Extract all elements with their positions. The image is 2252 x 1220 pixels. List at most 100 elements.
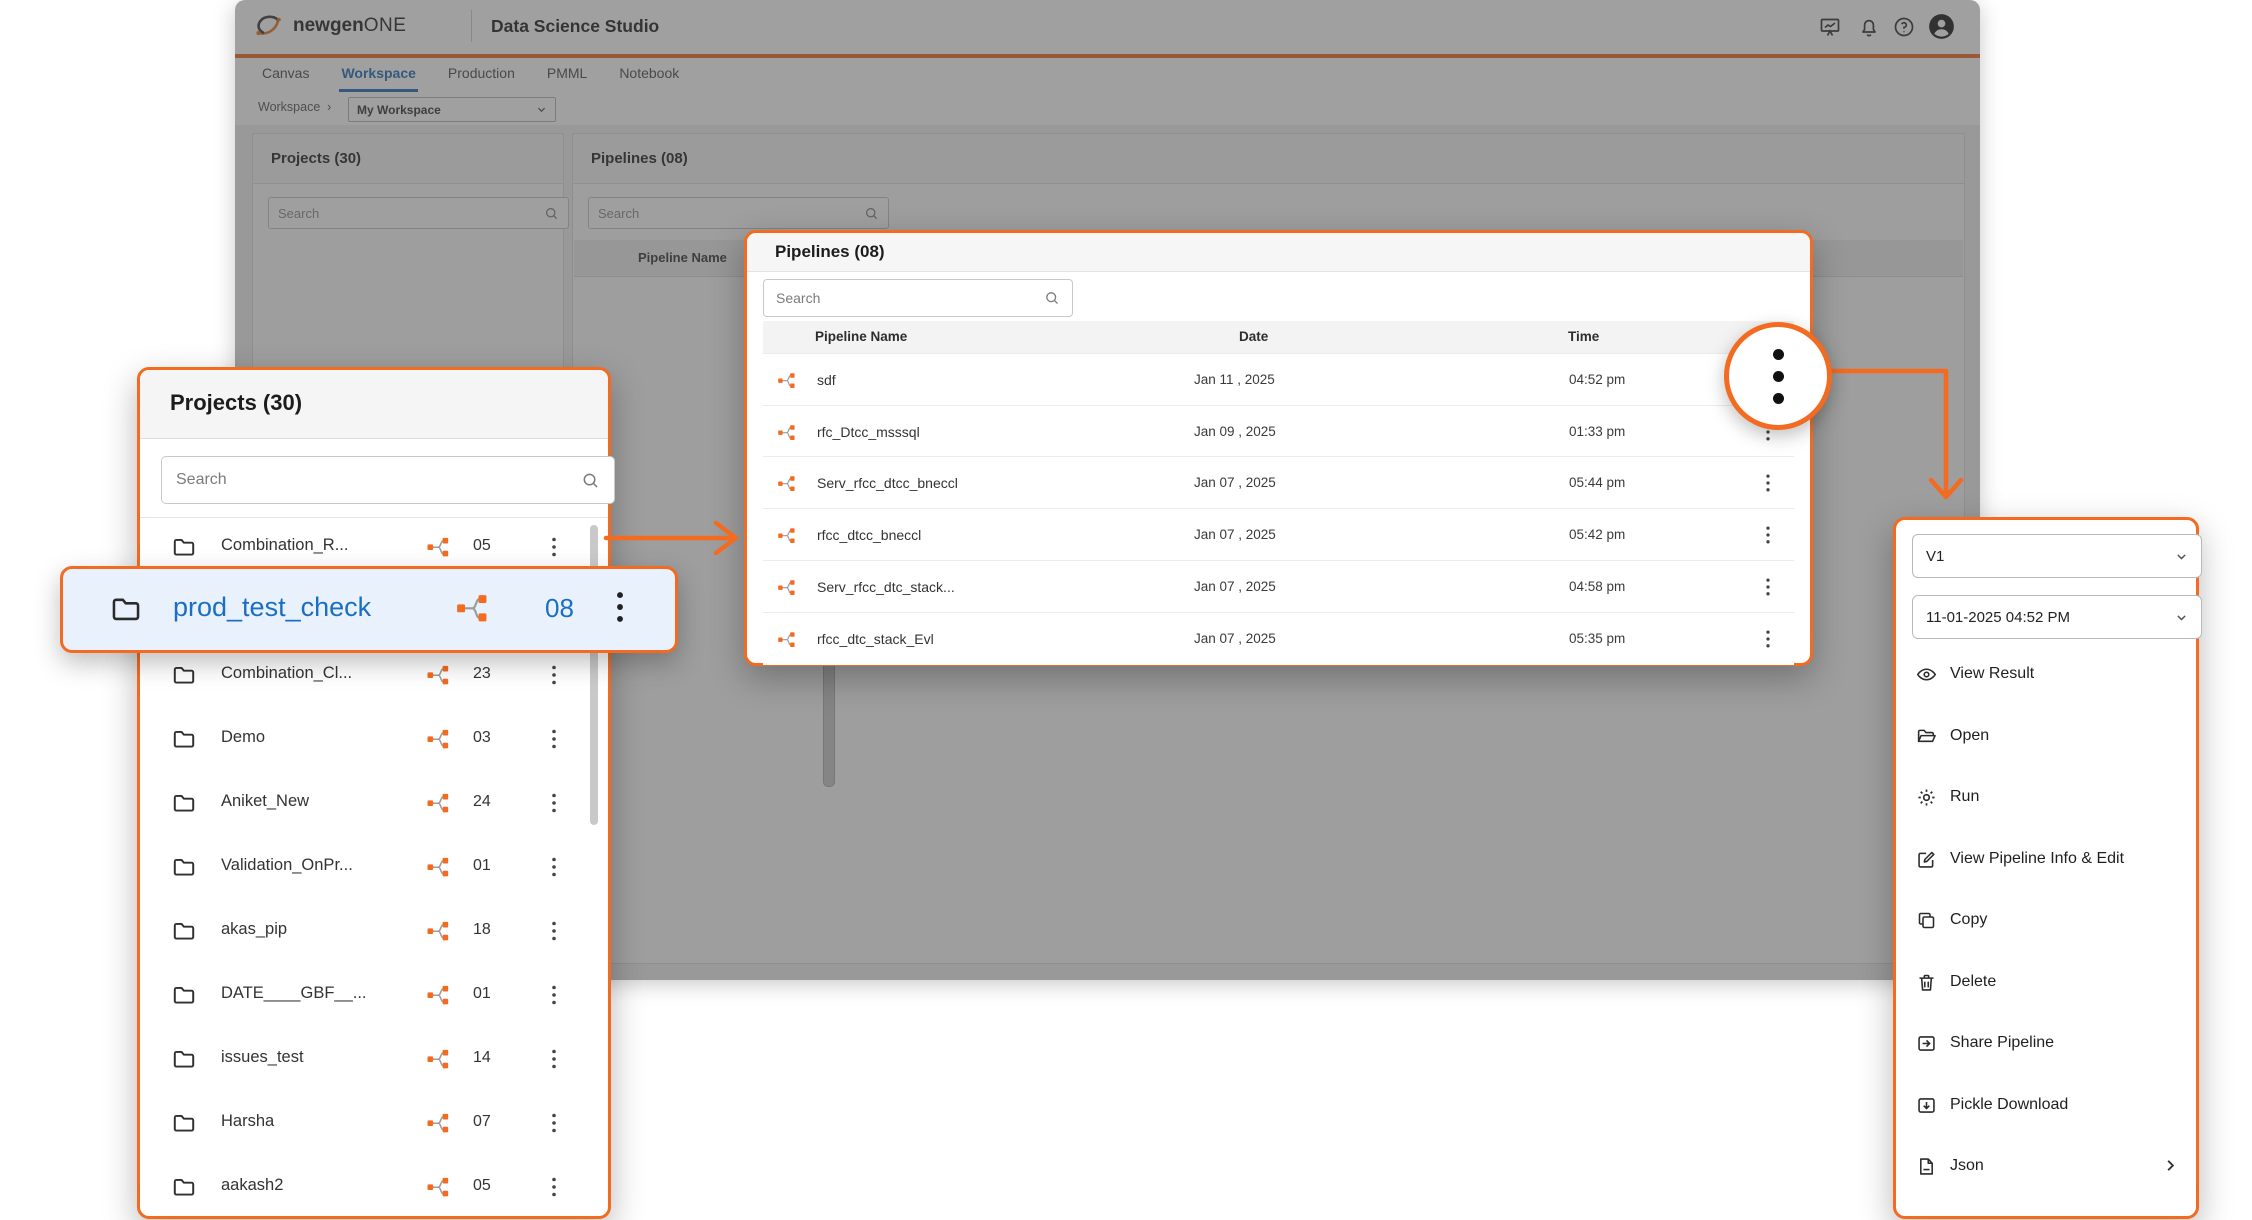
menu-item-run[interactable]: Run — [1896, 766, 2196, 828]
project-row[interactable]: Harsha07 — [140, 1091, 608, 1155]
menu-item-view-pipeline-info-edit[interactable]: View Pipeline Info & Edit — [1896, 828, 2196, 890]
pipeline-icon — [426, 727, 450, 751]
kebab-menu-icon[interactable] — [546, 920, 562, 942]
pipeline-time: 01:33 pm — [1569, 424, 1625, 439]
pipelines-popup-title: Pipelines (08) — [775, 242, 885, 262]
pipeline-icon — [777, 630, 796, 649]
project-row[interactable]: Demo 03 — [140, 707, 608, 771]
menu-item-label: View Pipeline Info & Edit — [1950, 850, 2124, 868]
project-row[interactable]: issues_test 14 — [140, 1027, 608, 1091]
menu-item-view-result[interactable]: View Result — [1896, 643, 2196, 705]
datetime-select[interactable]: 11-01-2025 04:52 PM — [1912, 595, 2202, 639]
share-icon — [1916, 1033, 1937, 1054]
pipeline-row[interactable]: rfcc_dtcc_bnecclJan 07 , 202505:42 pm — [763, 508, 1794, 561]
menu-item-json[interactable]: Json — [1896, 1135, 2196, 1197]
pipeline-row[interactable]: rfcc_dtc_stack_Evl Jan 07 , 2025 05:35 pm — [763, 612, 1794, 665]
pipeline-name: rfcc_dtcc_bneccl — [817, 527, 921, 543]
kebab-menu-icon[interactable] — [1762, 577, 1774, 597]
menu-item-pickle-download[interactable]: Pickle Download — [1896, 1074, 2196, 1136]
folder-icon — [171, 1046, 197, 1072]
folder-icon — [171, 982, 197, 1008]
kebab-menu-icon[interactable] — [546, 1112, 562, 1134]
project-name: Harsha — [221, 1112, 274, 1131]
pipeline-row[interactable]: Serv_rfcc_dtc_stack...Jan 07 , 202504:58… — [763, 560, 1794, 613]
menu-item-label: View Result — [1950, 665, 2034, 683]
search-icon — [1044, 290, 1060, 306]
selected-project-row[interactable]: prod_test_check 08 — [60, 566, 678, 653]
menu-item-label: Run — [1950, 788, 1979, 806]
pipeline-icon — [777, 526, 796, 545]
project-row[interactable]: Validation_OnPr...01 — [140, 835, 608, 899]
folder-icon — [108, 592, 144, 626]
pipeline-icon — [777, 474, 796, 493]
pipeline-row[interactable]: rfc_Dtcc_msssqlJan 09 , 202501:33 pm — [763, 405, 1794, 458]
pipeline-name: rfcc_dtc_stack_Evl — [817, 631, 934, 647]
folder-icon — [171, 854, 197, 880]
menu-item-label: Copy — [1950, 911, 1987, 929]
pipeline-date: Jan 07 , 2025 — [1194, 631, 1276, 646]
menu-item-label: Json — [1950, 1157, 1984, 1175]
kebab-menu-icon[interactable] — [546, 536, 562, 558]
pipelines-popup-search-input[interactable]: Search — [763, 279, 1073, 317]
kebab-menu-icon[interactable] — [1762, 473, 1774, 493]
chevron-down-icon — [2175, 611, 2188, 624]
project-row[interactable]: akas_pip18 — [140, 899, 608, 963]
menu-item-label: Open — [1950, 727, 1989, 745]
project-row[interactable]: Aniket_New24 — [140, 771, 608, 835]
kebab-menu-icon[interactable] — [546, 1048, 562, 1070]
column-date: Date — [1239, 329, 1268, 344]
screenshot-root: newgenONE Data Science Studio CanvasWork… — [0, 0, 2252, 1220]
pipeline-date: Jan 07 , 2025 — [1194, 527, 1276, 542]
kebab-menu-icon[interactable] — [546, 728, 562, 750]
pipeline-icon — [426, 1175, 450, 1199]
folder-icon — [171, 1174, 197, 1200]
project-name: issues_test — [221, 1048, 304, 1067]
pipeline-time: 04:52 pm — [1569, 372, 1625, 387]
project-name: Combination_R... — [221, 536, 348, 555]
project-name: Demo — [221, 728, 265, 747]
kebab-menu-icon[interactable] — [546, 792, 562, 814]
menu-item-share-pipeline[interactable]: Share Pipeline — [1896, 1012, 2196, 1074]
pipeline-count: 23 — [473, 665, 491, 683]
menu-item-delete[interactable]: Delete — [1896, 951, 2196, 1013]
kebab-menu-icon[interactable] — [1762, 629, 1774, 649]
pipeline-count: 24 — [473, 793, 491, 811]
menu-item-copy[interactable]: Copy — [1896, 889, 2196, 951]
version-select[interactable]: V1 — [1912, 534, 2202, 578]
pipeline-row[interactable]: sdfJan 11 , 202504:52 pm — [763, 353, 1794, 406]
project-row[interactable]: aakash205 — [140, 1155, 608, 1219]
pipeline-row[interactable]: Serv_rfcc_dtcc_bnecclJan 07 , 202505:44 … — [763, 456, 1794, 509]
pipeline-icon — [455, 591, 489, 625]
pipeline-icon — [777, 578, 796, 597]
kebab-menu-icon[interactable] — [546, 856, 562, 878]
menu-item-open[interactable]: Open — [1896, 705, 2196, 767]
pipeline-count: 14 — [473, 1049, 491, 1067]
project-name: DATE____GBF__... — [221, 984, 367, 1003]
project-row[interactable]: DATE____GBF__...01 — [140, 963, 608, 1027]
projects-list: Combination_R...05Combination_Cl...23Dem… — [140, 370, 608, 1216]
folder-icon — [171, 662, 197, 688]
pipeline-count: 08 — [545, 593, 574, 624]
project-name: prod_test_check — [173, 592, 371, 623]
version-select-value: V1 — [1926, 548, 1944, 565]
menu-item-label: Pickle Download — [1950, 1096, 2068, 1114]
pipeline-name: sdf — [817, 372, 836, 388]
download-icon — [1916, 1095, 1937, 1116]
pipeline-count: 05 — [473, 1177, 491, 1195]
kebab-menu-icon[interactable] — [1762, 525, 1774, 545]
pipeline-date: Jan 07 , 2025 — [1194, 475, 1276, 490]
pipeline-time: 05:35 pm — [1569, 631, 1625, 646]
kebab-menu-icon[interactable] — [546, 984, 562, 1006]
folder-icon — [171, 1110, 197, 1136]
column-time: Time — [1568, 329, 1599, 344]
kebab-menu-icon[interactable] — [611, 590, 629, 624]
pipeline-icon — [777, 423, 796, 442]
pipeline-count: 03 — [473, 729, 491, 747]
kebab-menu-highlight[interactable] — [1724, 322, 1832, 430]
menu-item-label: Delete — [1950, 973, 1996, 991]
pipeline-icon — [426, 663, 450, 687]
gear-icon — [1916, 787, 1937, 808]
kebab-menu-icon[interactable] — [546, 1176, 562, 1198]
pipeline-context-menu: V1 11-01-2025 04:52 PM View Result Open Ru… — [1893, 517, 2199, 1219]
kebab-menu-icon[interactable] — [546, 664, 562, 686]
